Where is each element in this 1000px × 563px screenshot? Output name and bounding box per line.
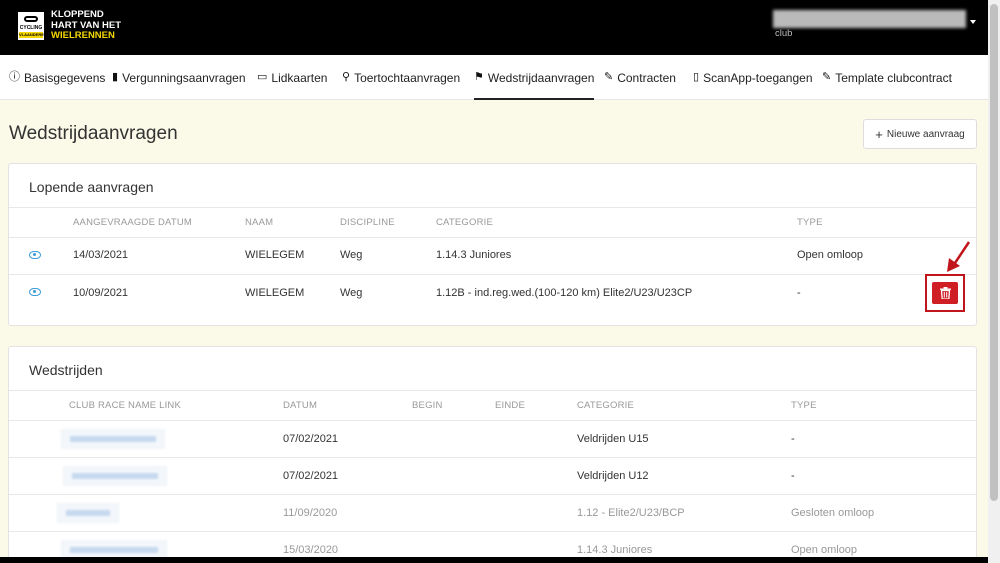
user-name-blurred[interactable] [773, 10, 966, 28]
request-category: 1.12B - ind.reg.wed.(100-120 km) Elite2/… [436, 287, 693, 299]
page-title: Wedstrijdaanvragen [9, 123, 178, 144]
license-icon: ▮ [112, 71, 119, 83]
race-category: Veldrijden U15 [577, 433, 649, 445]
cycling-vlaanderen-logo[interactable]: CYCLING VLAANDEREN KLOPPEND HART VAN HET… [18, 9, 121, 42]
race-date: 07/02/2021 [283, 433, 339, 445]
request-date: 14/03/2021 [73, 249, 129, 261]
tab-wedstrijdaanvragen[interactable]: ⚑ Wedstrijdaanvragen [474, 55, 595, 100]
race-type: - [791, 470, 795, 482]
column-header: CLUB RACE NAME LINK [69, 400, 182, 411]
delete-request-button[interactable] [932, 282, 958, 304]
card-icon: ▭ [257, 71, 268, 83]
race-link[interactable] [61, 429, 165, 449]
caret-down-icon[interactable] [970, 20, 976, 24]
tab-vergunningsaanvragen[interactable]: ▮ Vergunningsaanvragen [112, 55, 246, 100]
panel-title: Wedstrijden [29, 362, 103, 378]
logo-badge: CYCLING VLAANDEREN [18, 12, 47, 40]
signature-icon: ✎ [604, 71, 614, 83]
request-date: 10/09/2021 [73, 287, 129, 299]
tab-lidkaarten[interactable]: ▭ Lidkaarten [257, 55, 327, 100]
tab-basisgegevens[interactable]: ⓘ Basisgegevens [9, 55, 105, 100]
tab-scanapp-toegangen[interactable]: ▯ ScanApp-toegangen [693, 55, 813, 100]
view-eye-icon[interactable] [29, 288, 41, 296]
column-header: NAAM [245, 217, 274, 228]
tab-contracten[interactable]: ✎ Contracten [604, 55, 676, 100]
race-type: - [791, 433, 795, 445]
column-header: AANGEVRAAGDE DATUM [73, 217, 193, 228]
pending-requests-panel: Lopende aanvragen AANGEVRAAGDE DATUM NAA… [8, 163, 977, 326]
column-header: DISCIPLINE [340, 217, 395, 228]
view-eye-icon[interactable] [29, 251, 41, 259]
column-header: EINDE [495, 400, 526, 411]
checkered-flag-icon: ⚑ [474, 71, 484, 83]
request-name: WIELEGEM [245, 249, 305, 261]
info-icon: ⓘ [9, 71, 20, 83]
mobile-icon: ▯ [693, 71, 700, 83]
plus-icon: + [875, 126, 883, 142]
scrollbar-thumb[interactable] [990, 4, 998, 501]
page-scrollbar[interactable] [988, 0, 1000, 563]
request-type: Open omloop [797, 249, 864, 261]
column-header: CATEGORIE [436, 217, 494, 228]
bottom-edge [0, 557, 988, 563]
logo-text: KLOPPEND HART VAN HET WIELRENNEN [51, 9, 122, 41]
request-discipline: Weg [340, 249, 363, 261]
annotation-arrow-icon [947, 241, 971, 272]
race-category: 1.12 - Elite2/U23/BCP [577, 507, 685, 519]
race-date: 07/02/2021 [283, 470, 339, 482]
tab-template-clubcontract[interactable]: ✎ Template clubcontract [822, 55, 952, 100]
race-date: 11/09/2020 [283, 507, 338, 519]
request-type: - [797, 287, 801, 299]
tab-toertochtaanvragen[interactable]: ⚲ Toertochtaanvragen [342, 55, 460, 100]
race-type: Open omloop [791, 544, 858, 556]
race-link[interactable] [63, 466, 167, 486]
trash-icon [939, 287, 951, 299]
column-header: DATUM [283, 400, 318, 411]
column-header: TYPE [791, 400, 817, 411]
bicycle-icon: ⚲ [342, 71, 351, 83]
panel-title: Lopende aanvragen [29, 179, 154, 195]
race-category: 1.14.3 Juniores [577, 544, 653, 556]
request-name: WIELEGEM [245, 287, 305, 299]
column-header: BEGIN [412, 400, 443, 411]
race-type: Gesloten omloop [791, 507, 875, 519]
delete-highlight-box [925, 274, 965, 312]
top-bar: CYCLING VLAANDEREN KLOPPEND HART VAN HET… [0, 0, 988, 55]
signature-icon: ✎ [822, 71, 832, 83]
user-role: club [775, 28, 793, 39]
race-category: Veldrijden U12 [577, 470, 649, 482]
new-request-button[interactable]: + Nieuwe aanvraag [863, 119, 977, 149]
column-header: CATEGORIE [577, 400, 635, 411]
races-panel: Wedstrijden CLUB RACE NAME LINK DATUM BE… [8, 346, 977, 563]
race-date: 15/03/2020 [283, 544, 339, 556]
race-link[interactable] [57, 503, 119, 523]
request-category: 1.14.3 Juniores [436, 249, 512, 261]
request-discipline: Weg [340, 287, 363, 299]
column-header: TYPE [797, 217, 823, 228]
main-nav: ⓘ Basisgegevens ▮ Vergunningsaanvragen ▭… [0, 55, 988, 100]
